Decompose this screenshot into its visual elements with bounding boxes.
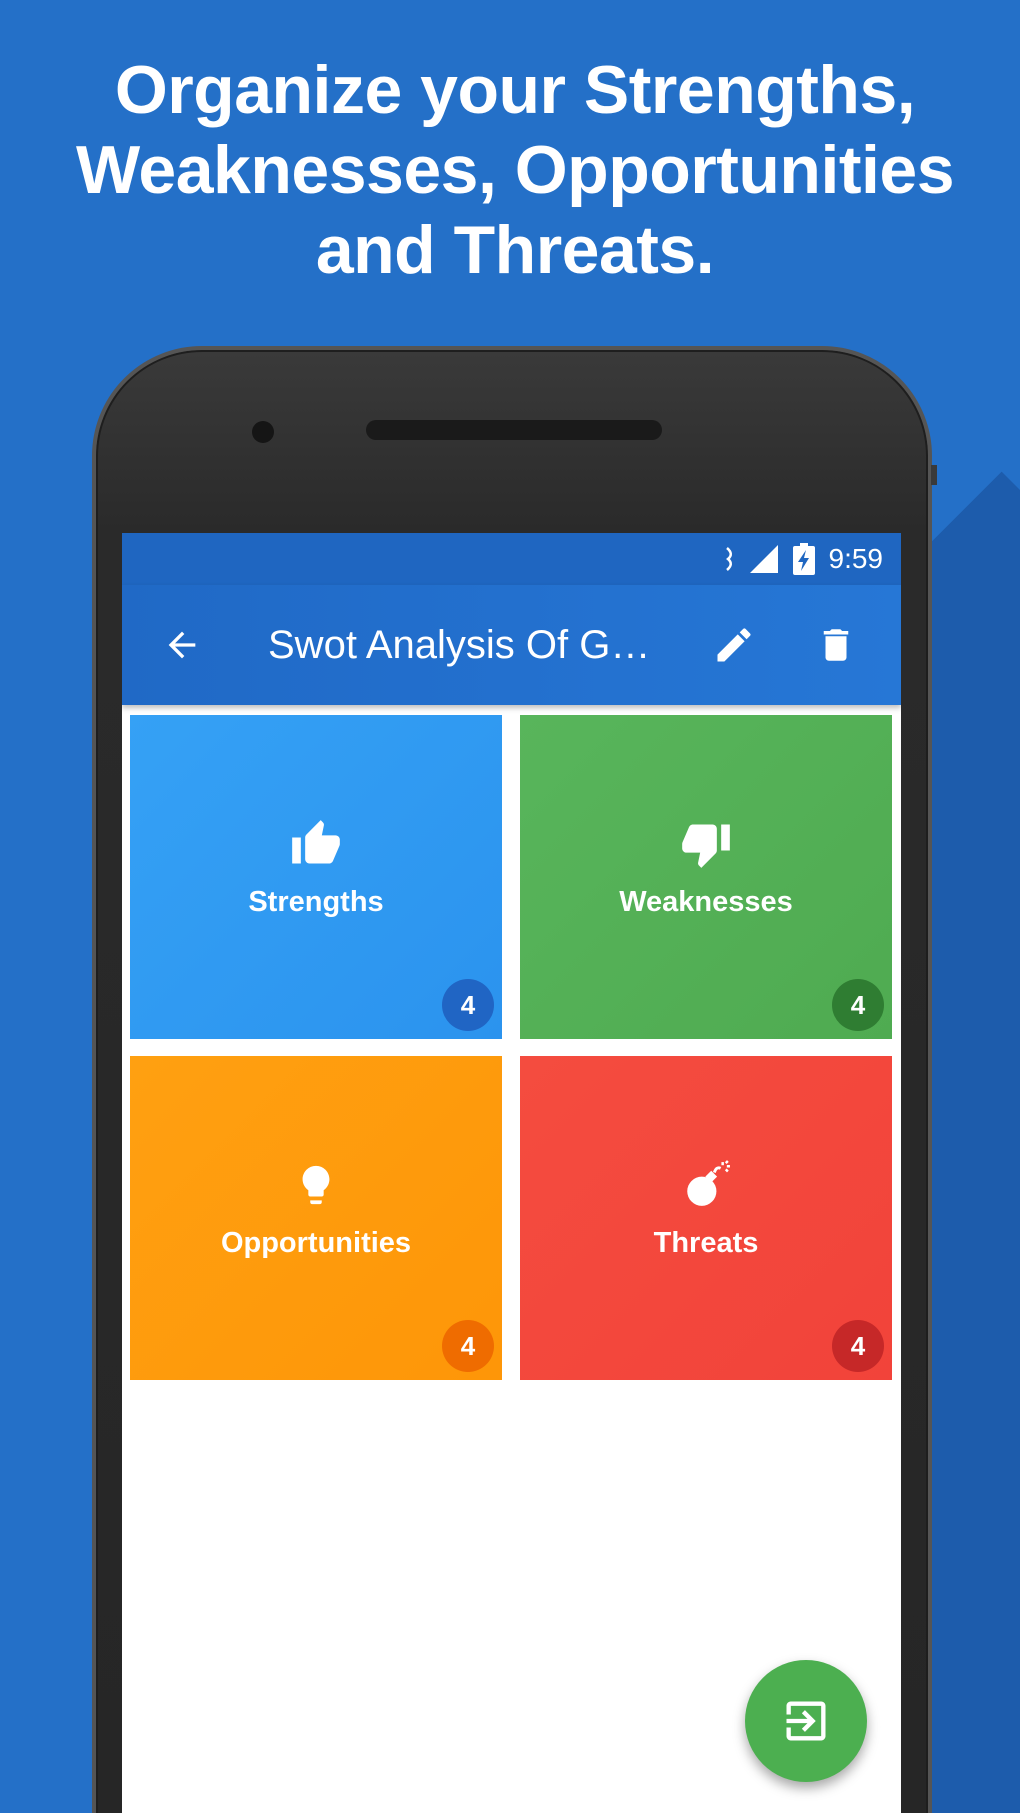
headline-line-2: Weaknesses, Opportunities xyxy=(75,132,955,208)
tile-label: Opportunities xyxy=(220,1226,412,1259)
count-badge: 4 xyxy=(832,979,884,1031)
signal-icon xyxy=(749,544,779,574)
earpiece-speaker xyxy=(366,420,662,440)
tile-strengths[interactable]: Strengths 4 xyxy=(130,715,502,1039)
headline-line-1: Organize your Strengths, xyxy=(114,52,916,128)
bomb-icon xyxy=(681,1157,731,1213)
phone-screen: 9:59 Swot Analysis Of G… Strengths 4 Wea… xyxy=(122,533,901,1813)
headline-line-3: and Threats. xyxy=(315,212,715,288)
data-transfer-icon xyxy=(725,546,735,572)
count-badge: 4 xyxy=(442,1320,494,1372)
count-badge: 4 xyxy=(442,979,494,1031)
side-button xyxy=(931,465,937,485)
app-bar: Swot Analysis Of G… xyxy=(122,585,901,705)
lightbulb-icon xyxy=(293,1157,339,1213)
status-bar: 9:59 xyxy=(122,533,901,585)
count-badge: 4 xyxy=(832,1320,884,1372)
battery-charging-icon xyxy=(792,543,815,575)
tile-label: Threats xyxy=(653,1226,759,1259)
delete-button[interactable] xyxy=(806,615,866,675)
swot-grid: Strengths 4 Weaknesses 4 Opportunities 4 xyxy=(130,715,893,1380)
pencil-icon xyxy=(717,628,751,662)
tile-weaknesses[interactable]: Weaknesses 4 xyxy=(520,715,892,1039)
headline: Organize your Strengths, Weaknesses, Opp… xyxy=(40,50,990,290)
status-time: 9:59 xyxy=(828,543,884,574)
edit-button[interactable] xyxy=(704,615,764,675)
trash-icon xyxy=(823,629,849,661)
page-title: Swot Analysis Of G… xyxy=(268,622,651,667)
tile-label: Weaknesses xyxy=(619,885,793,918)
thumb-up-icon xyxy=(290,816,342,872)
tile-label: Strengths xyxy=(248,885,384,918)
tile-opportunities[interactable]: Opportunities 4 xyxy=(130,1056,502,1380)
exit-to-app-icon xyxy=(786,1701,826,1741)
thumb-down-icon xyxy=(680,816,732,872)
back-button[interactable] xyxy=(152,615,212,675)
tile-threats[interactable]: Threats 4 xyxy=(520,1056,892,1380)
export-fab[interactable] xyxy=(745,1660,867,1782)
front-camera xyxy=(252,421,274,443)
arrow-back-icon xyxy=(168,631,196,659)
